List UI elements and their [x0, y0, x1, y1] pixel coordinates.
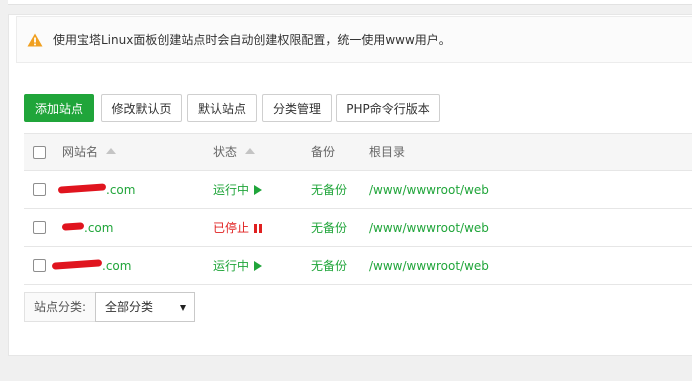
- table-row: .com 运行中 无备份 /www/wwwroot/web: [24, 171, 692, 209]
- notice-text: 使用宝塔Linux面板创建站点时会自动创建权限配置，统一使用www用户。: [53, 33, 451, 47]
- site-name-suffix: .com: [84, 221, 114, 235]
- php-cli-version-button[interactable]: PHP命令行版本: [336, 94, 440, 122]
- site-status-toggle[interactable]: 运行中: [213, 247, 263, 285]
- table-header: 网站名 状态 备份 根目录: [24, 133, 692, 171]
- root-dir-link[interactable]: /www/wwwroot/web: [369, 171, 489, 209]
- category-select-value: 全部分类: [105, 300, 154, 314]
- top-panel-edge: [8, 0, 692, 5]
- header-backup: 备份: [311, 145, 336, 159]
- redacted-name-mark: [51, 259, 103, 270]
- root-dir-link[interactable]: /www/wwwroot/web: [369, 209, 489, 247]
- permission-notice: 使用宝塔Linux面板创建站点时会自动创建权限配置，统一使用www用户。: [16, 16, 692, 63]
- status-text: 运行中: [213, 183, 250, 197]
- add-site-button[interactable]: 添加站点: [24, 94, 94, 122]
- default-site-button[interactable]: 默认站点: [187, 94, 257, 122]
- status-text: 已停止: [213, 221, 250, 235]
- category-manage-button[interactable]: 分类管理: [262, 94, 332, 122]
- site-status-toggle[interactable]: 已停止: [213, 209, 263, 247]
- sort-up-icon[interactable]: [245, 148, 256, 154]
- select-all-checkbox[interactable]: [33, 146, 46, 159]
- redacted-name-mark: [57, 183, 107, 194]
- backup-link[interactable]: 无备份: [311, 171, 347, 209]
- site-name-link[interactable]: .com: [57, 171, 136, 209]
- status-text: 运行中: [213, 259, 250, 273]
- site-status-toggle[interactable]: 运行中: [213, 171, 263, 209]
- sort-up-icon[interactable]: [106, 148, 117, 154]
- table-row: .com 运行中 无备份 /www/wwwroot/web: [24, 247, 692, 285]
- site-name-link[interactable]: .com: [51, 247, 132, 285]
- edit-default-page-button[interactable]: 修改默认页: [101, 94, 182, 122]
- redacted-name-mark: [61, 222, 85, 231]
- site-name-link[interactable]: .com: [61, 209, 114, 247]
- header-site-name[interactable]: 网站名: [62, 133, 117, 171]
- site-name-suffix: .com: [106, 183, 136, 197]
- play-icon: [254, 185, 263, 195]
- category-filter-label: 站点分类:: [24, 292, 96, 322]
- row-checkbox[interactable]: [33, 183, 46, 196]
- header-status-label: 状态: [213, 145, 238, 159]
- table-row: .com 已停止 无备份 /www/wwwroot/web: [24, 209, 692, 247]
- root-dir-link[interactable]: /www/wwwroot/web: [369, 247, 489, 285]
- site-name-suffix: .com: [102, 259, 132, 273]
- backup-link[interactable]: 无备份: [311, 247, 347, 285]
- play-icon: [254, 261, 263, 271]
- backup-link[interactable]: 无备份: [311, 209, 347, 247]
- caret-down-icon: [180, 305, 187, 311]
- warning-icon: [27, 33, 43, 46]
- category-filter: 站点分类: 全部分类: [24, 292, 196, 322]
- header-status[interactable]: 状态: [213, 133, 256, 171]
- header-site-name-label: 网站名: [62, 145, 99, 159]
- header-root: 根目录: [369, 145, 406, 159]
- category-select[interactable]: 全部分类: [95, 292, 196, 322]
- row-checkbox[interactable]: [33, 221, 46, 234]
- pause-icon: [254, 224, 263, 233]
- row-checkbox[interactable]: [33, 259, 46, 272]
